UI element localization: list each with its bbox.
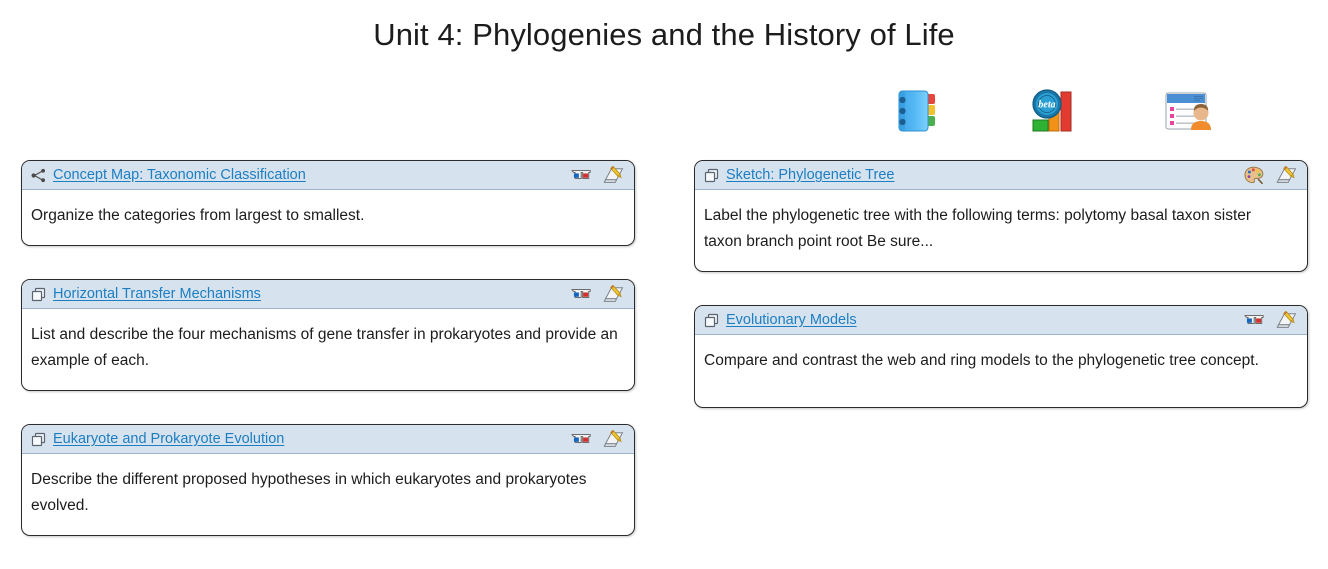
copy-layers-icon (703, 167, 720, 184)
palette-icon[interactable] (1243, 165, 1265, 185)
edit-note-icon[interactable] (1276, 165, 1298, 185)
card-description: Label the phylogenetic tree with the fol… (704, 207, 1252, 250)
card-description: Organize the categories from largest to … (31, 207, 365, 224)
card-title-link[interactable]: Concept Map: Taxonomic Classification (53, 167, 562, 183)
edit-note-icon[interactable] (603, 429, 625, 449)
assignment-card: Sketch: Phylogenetic Tree Label the phyl… (694, 160, 1308, 272)
contact-card-icon[interactable] (1160, 85, 1216, 137)
card-board: Concept Map: Taxonomic Classification Or… (0, 160, 1328, 566)
share-nodes-icon (30, 167, 47, 184)
3d-glasses-icon[interactable] (570, 284, 592, 304)
copy-layers-icon (703, 312, 720, 329)
copy-layers-icon (30, 431, 47, 448)
assignment-card: Evolutionary Models Compare and contrast… (694, 305, 1308, 408)
card-column-right: Sketch: Phylogenetic Tree Label the phyl… (694, 160, 1308, 441)
card-description: List and describe the four mechanisms of… (31, 326, 618, 369)
edit-note-icon[interactable] (603, 165, 625, 185)
svg-text:beta: beta (1038, 100, 1055, 111)
card-description: Compare and contrast the web and ring mo… (704, 352, 1259, 369)
3d-glasses-icon[interactable] (570, 165, 592, 185)
card-actions (1243, 165, 1298, 185)
toolbar-icon-strip: beta (890, 82, 1270, 140)
address-book-icon[interactable] (890, 85, 946, 137)
card-title-link[interactable]: Eukaryote and Prokaryote Evolution (53, 431, 562, 447)
3d-glasses-icon[interactable] (1243, 310, 1265, 330)
card-actions (570, 284, 625, 304)
card-header: Concept Map: Taxonomic Classification (22, 161, 634, 190)
copy-layers-icon (30, 286, 47, 303)
card-header: Horizontal Transfer Mechanisms (22, 280, 634, 309)
assignment-card: Horizontal Transfer Mechanisms List and … (21, 279, 635, 391)
card-description: Describe the different proposed hypothes… (31, 471, 587, 514)
assignment-card: Concept Map: Taxonomic Classification Or… (21, 160, 635, 246)
3d-glasses-icon[interactable] (570, 429, 592, 449)
page-title: Unit 4: Phylogenies and the History of L… (373, 17, 955, 52)
card-actions (570, 429, 625, 449)
card-title-link[interactable]: Evolutionary Models (726, 312, 1235, 328)
beta-chart-icon[interactable]: beta (1025, 85, 1081, 137)
edit-note-icon[interactable] (1276, 310, 1298, 330)
edit-note-icon[interactable] (603, 284, 625, 304)
card-column-left: Concept Map: Taxonomic Classification Or… (21, 160, 635, 569)
card-title-link[interactable]: Horizontal Transfer Mechanisms (53, 286, 562, 302)
card-title-link[interactable]: Sketch: Phylogenetic Tree (726, 167, 1235, 183)
card-header: Sketch: Phylogenetic Tree (695, 161, 1307, 190)
card-header: Evolutionary Models (695, 306, 1307, 335)
card-actions (570, 165, 625, 185)
assignment-card: Eukaryote and Prokaryote Evolution Descr… (21, 424, 635, 536)
card-header: Eukaryote and Prokaryote Evolution (22, 425, 634, 454)
card-actions (1243, 310, 1298, 330)
